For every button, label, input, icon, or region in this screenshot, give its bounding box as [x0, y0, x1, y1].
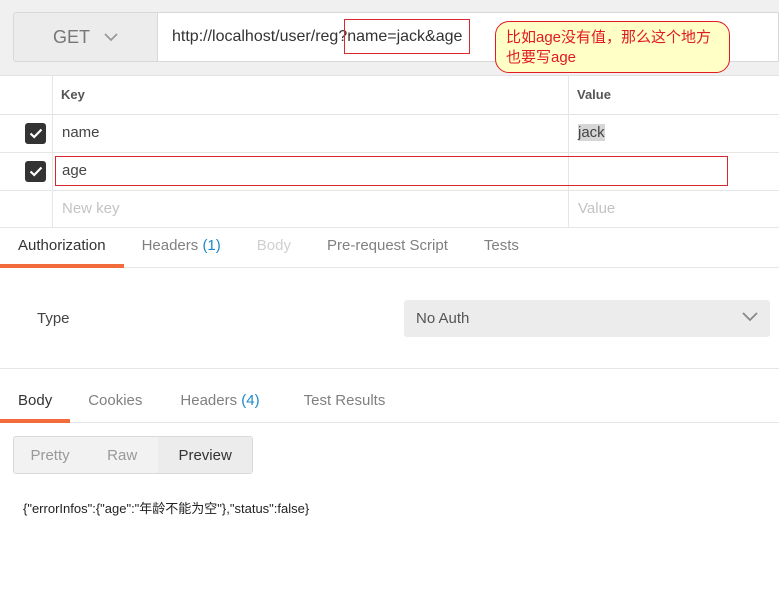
method-dropdown[interactable]: GET — [13, 12, 157, 62]
chevron-down-icon — [742, 312, 758, 322]
column-divider — [568, 76, 569, 114]
tab-response-body[interactable]: Body — [0, 382, 71, 423]
new-key-input[interactable]: New key — [62, 200, 120, 217]
column-divider — [568, 191, 569, 227]
url-query-highlight — [344, 19, 470, 54]
section-divider — [0, 368, 779, 369]
check-icon — [29, 166, 42, 177]
tab-label: Pre-request Script — [326, 237, 448, 254]
tab-headers[interactable]: Headers (1) — [124, 227, 239, 267]
tab-label: Body — [256, 237, 291, 254]
tab-label: Cookies — [88, 392, 143, 409]
param-value[interactable]: jack — [578, 124, 605, 141]
view-mode-group: Pretty Raw Preview — [13, 436, 253, 474]
param-checkbox[interactable] — [25, 123, 46, 144]
tab-label: Body — [18, 392, 53, 409]
param-row: name jack — [0, 114, 779, 153]
annotation-callout: 比如age没有值，那么这个地方也要写age — [495, 21, 730, 73]
param-checkbox[interactable] — [25, 161, 46, 182]
tab-pre-request-script[interactable]: Pre-request Script — [309, 227, 466, 267]
column-divider — [568, 114, 569, 152]
method-label: GET — [52, 26, 90, 47]
response-tabs: Body Cookies Headers (4) Test Results — [0, 382, 779, 423]
tab-cookies[interactable]: Cookies — [70, 382, 160, 422]
column-divider — [52, 76, 53, 114]
auth-type-label: Type — [37, 310, 70, 327]
param-new-row: New key Value — [0, 191, 779, 228]
tab-label: Headers — [141, 237, 199, 254]
tab-label: Test Results — [303, 392, 386, 409]
annotation-text: 比如age没有值，那么这个地方也要写age — [506, 29, 712, 66]
raw-button[interactable]: Raw — [86, 437, 158, 473]
pretty-button[interactable]: Pretty — [14, 437, 86, 473]
tab-label: Headers — [180, 392, 238, 409]
column-divider — [52, 153, 53, 190]
preview-button[interactable]: Preview — [158, 437, 252, 473]
auth-type-select[interactable]: No Auth — [404, 300, 770, 337]
tab-response-headers[interactable]: Headers (4) — [160, 382, 277, 422]
param-value-text: jack — [578, 124, 605, 141]
column-divider — [52, 114, 53, 152]
param-key[interactable]: name — [62, 124, 100, 141]
tab-label: Authorization — [18, 237, 106, 254]
new-value-input[interactable]: Value — [578, 200, 615, 217]
column-divider — [52, 191, 53, 227]
tab-count: (4) — [241, 392, 260, 409]
tab-label: Tests — [483, 237, 519, 254]
params-header-row: Key Value — [0, 75, 779, 115]
tab-tests[interactable]: Tests — [466, 227, 537, 267]
request-tabs: Authorization Headers (1) Body Pre-reque… — [0, 227, 779, 268]
tab-body[interactable]: Body — [239, 227, 309, 267]
value-column-header: Value — [577, 87, 611, 102]
key-column-header: Key — [61, 87, 85, 102]
tab-count: (1) — [202, 237, 221, 254]
tab-authorization[interactable]: Authorization — [0, 227, 124, 268]
params-table: Key Value name jack age New key Value — [0, 75, 779, 228]
check-icon — [29, 128, 42, 139]
chevron-down-icon — [104, 32, 118, 42]
tab-test-results[interactable]: Test Results — [278, 382, 404, 422]
auth-type-value: No Auth — [416, 310, 470, 327]
response-body-text: {"errorInfos":{"age":"年龄不能为空"},"status":… — [23, 501, 310, 516]
age-row-highlight — [55, 156, 728, 186]
